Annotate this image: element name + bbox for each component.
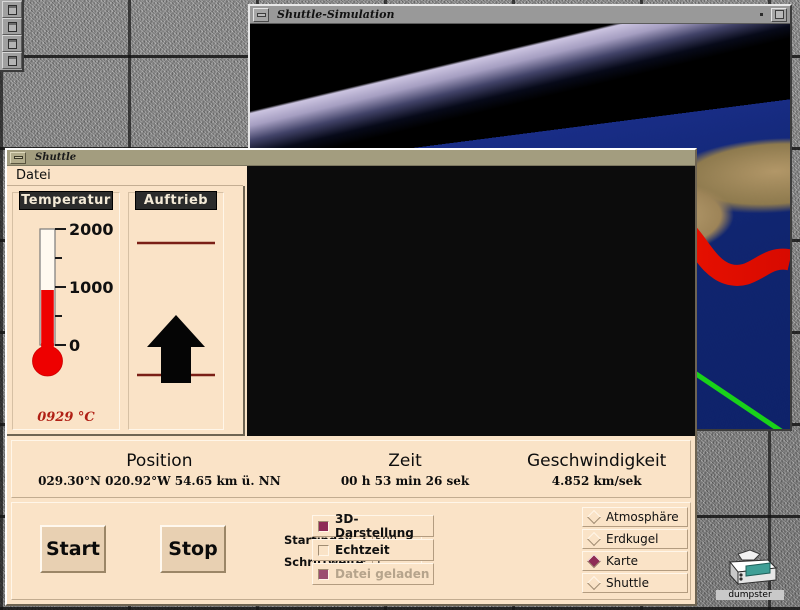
telemetry-time: Zeit 00 h 53 min 26 sek — [307, 451, 504, 488]
temperature-gauge-title: Temperatur — [19, 191, 113, 210]
telemetry-time-label: Zeit — [388, 450, 422, 471]
maximize-icon[interactable] — [771, 7, 787, 22]
stop-button[interactable]: Stop — [160, 525, 226, 573]
checkbox-indicator — [318, 568, 329, 580]
checkbox-label: 3D-Darstellung — [335, 512, 414, 540]
telemetry-position-value: 029.30°N 020.92°W 54.65 km ü. NN — [38, 473, 281, 488]
telemetry-panel: Position 029.30°N 020.92°W 54.65 km ü. N… — [11, 440, 691, 498]
telemetry-position-label: Position — [126, 450, 193, 471]
checkbox-datei-geladen: Datei geladen — [312, 563, 434, 585]
radio-indicator — [586, 575, 602, 591]
main-title-bar[interactable]: Shuttle — [7, 150, 695, 166]
pager-window-icon — [8, 56, 17, 66]
telemetry-speed: Geschwindigkeit 4.852 km/sek — [503, 451, 690, 488]
dumpster-desktop-icon[interactable]: dumpster — [716, 548, 784, 600]
start-button[interactable]: Start — [40, 525, 106, 573]
simulation-window-title: Shuttle-Simulation — [277, 8, 395, 21]
occluded-region — [247, 166, 695, 436]
radio-indicator — [586, 553, 602, 569]
lift-arrow-graphic — [137, 241, 215, 383]
checkbox-3d-darstellung[interactable]: 3D-Darstellung — [312, 512, 434, 540]
checkbox-echtzeit[interactable]: Echtzeit — [312, 539, 434, 561]
checkbox-indicator — [318, 520, 329, 532]
radio-label: Atmosphäre — [606, 510, 679, 524]
thermometer-graphic: 2000 1000 0 — [32, 220, 114, 377]
shuttle-control-window: Shuttle Datei Temperatur 2000 1000 0 092… — [5, 148, 697, 606]
lift-gauge: Auftrieb — [128, 191, 224, 430]
minimize-icon[interactable] — [10, 151, 26, 164]
svg-text:2000: 2000 — [69, 220, 114, 239]
desktop: Shuttle-Simulation Shuttle Datei Tempera… — [0, 0, 800, 610]
menu-bar[interactable]: Datei — [7, 166, 243, 186]
controls-panel: Start Stop Startindex : 500 Schrittweite… — [11, 502, 691, 600]
radio-label: Erdkugel — [606, 532, 659, 546]
radio-indicator — [586, 509, 602, 525]
radio-karte[interactable]: Karte — [582, 551, 688, 571]
temperature-gauge: Temperatur 2000 1000 0 0929 °C — [12, 191, 120, 430]
checkbox-label: Datei geladen — [335, 567, 430, 581]
pager-window-icon — [8, 22, 17, 32]
instrument-panel: Temperatur 2000 1000 0 0929 °C Auftrieb — [7, 186, 245, 436]
checkbox-indicator — [318, 544, 329, 556]
menu-item-datei[interactable]: Datei — [13, 168, 54, 183]
restore-icon[interactable] — [754, 7, 768, 22]
pager-cell-2[interactable] — [2, 18, 22, 35]
telemetry-speed-label: Geschwindigkeit — [526, 450, 667, 471]
svg-text:1000: 1000 — [69, 278, 114, 297]
main-window-title: Shuttle — [35, 152, 77, 163]
pager-window-icon — [8, 39, 17, 49]
radio-label: Shuttle — [606, 576, 649, 590]
pager-cell-3[interactable] — [2, 35, 22, 52]
minimize-icon[interactable] — [253, 7, 269, 22]
pager-cell-1[interactable] — [2, 1, 22, 18]
telemetry-position: Position 029.30°N 020.92°W 54.65 km ü. N… — [12, 451, 307, 488]
telemetry-time-value: 00 h 53 min 26 sek — [340, 473, 470, 488]
pager-window-icon — [8, 5, 17, 15]
radio-shuttle[interactable]: Shuttle — [582, 573, 688, 593]
workspace-pager[interactable] — [0, 0, 24, 72]
simulation-title-bar[interactable]: Shuttle-Simulation — [250, 6, 790, 24]
checkbox-label: Echtzeit — [335, 543, 390, 557]
dumpster-label: dumpster — [716, 590, 784, 600]
pager-cell-4[interactable] — [2, 52, 22, 69]
svg-text:0: 0 — [69, 336, 80, 355]
radio-label: Karte — [606, 554, 639, 568]
radio-indicator — [586, 531, 602, 547]
temperature-value: 0929 °C — [37, 410, 95, 425]
trash-can-icon — [729, 549, 778, 586]
radio-erdkugel[interactable]: Erdkugel — [582, 529, 688, 549]
lift-gauge-title: Auftrieb — [135, 191, 217, 210]
telemetry-speed-value: 4.852 km/sek — [551, 473, 642, 488]
radio-atmosphaere[interactable]: Atmosphäre — [582, 507, 688, 527]
